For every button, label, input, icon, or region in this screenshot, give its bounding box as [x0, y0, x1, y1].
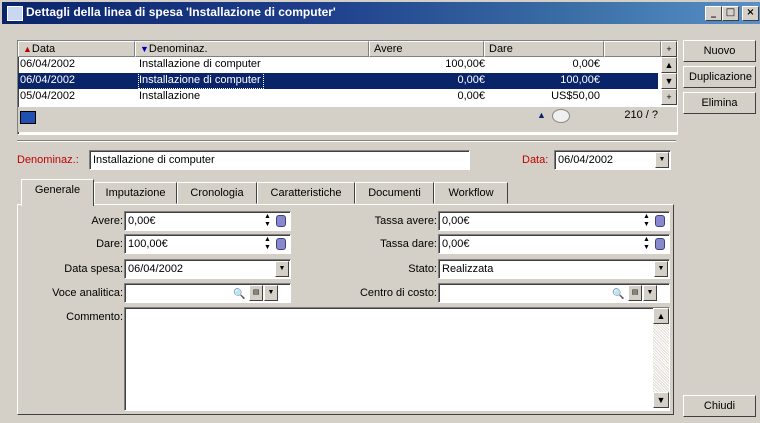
tab-documenti[interactable]: Documenti: [355, 182, 434, 204]
avere-label: Avere:: [91, 215, 123, 227]
centro-di-costo-label: Centro di costo:: [359, 287, 437, 299]
chevron-down-icon[interactable]: ▼: [275, 261, 289, 277]
table-row[interactable]: 05/04/2002 Installazione 0,00€ US$50,00: [18, 89, 658, 105]
expense-lines-table[interactable]: ▲Data ▼Denominaz. Avere Dare + 06/04/200…: [17, 40, 678, 135]
add-column-icon[interactable]: +: [661, 41, 677, 57]
dare-label: Dare:: [96, 238, 123, 250]
search-icon[interactable]: 🔍: [612, 286, 624, 304]
search-icon[interactable]: 🔍: [233, 286, 245, 304]
currency-icon[interactable]: [655, 215, 665, 227]
window-title: Dettagli della linea di spesa 'Installaz…: [26, 5, 336, 19]
minimize-button[interactable]: _: [705, 6, 722, 21]
tassa-dare-label: Tassa dare:: [380, 238, 437, 250]
tab-generale[interactable]: Generale: [21, 179, 94, 206]
close-button[interactable]: ×: [742, 6, 759, 21]
table-row-selected[interactable]: 06/04/2002 Installazione di computer 0,0…: [18, 72, 658, 89]
table-options-icon[interactable]: [20, 111, 36, 124]
column-header-denominaz[interactable]: ▼Denominaz.: [135, 41, 369, 57]
chevron-down-icon[interactable]: ▼: [654, 261, 668, 277]
data-label: Data:: [522, 154, 549, 166]
sort-descending-icon: ▼: [140, 44, 149, 54]
vertical-scrollbar[interactable]: ▲ ▼ +: [661, 57, 677, 105]
commento-scrollbar[interactable]: ▲ ▼: [653, 308, 669, 408]
tab-cronologia[interactable]: Cronologia: [177, 182, 257, 204]
currency-icon[interactable]: [276, 215, 286, 227]
list-icon[interactable]: ▤: [628, 285, 642, 301]
voce-analitica-field[interactable]: 🔍 ▤ ▼: [124, 283, 291, 303]
spinner-icon[interactable]: ▲ ▼: [642, 213, 651, 229]
close-dialog-button[interactable]: Chiudi: [683, 395, 756, 417]
scroll-to-top-icon[interactable]: ▲: [537, 110, 546, 120]
dare-field[interactable]: 100,00€ ▲ ▼: [124, 234, 291, 254]
title-bar[interactable]: Dettagli della linea di spesa 'Installaz…: [2, 2, 760, 24]
column-header-dare[interactable]: Dare: [484, 41, 604, 57]
data-spesa-field[interactable]: 06/04/2002 ▼: [124, 259, 291, 279]
table-row[interactable]: 06/04/2002 Installazione di computer 100…: [18, 57, 658, 73]
tassa-avere-label: Tassa avere:: [374, 215, 437, 227]
tab-workflow[interactable]: Workflow: [434, 182, 508, 204]
tassa-dare-field[interactable]: 0,00€ ▲ ▼: [438, 234, 670, 254]
spinner-icon[interactable]: ▲ ▼: [263, 236, 272, 252]
chevron-down-icon[interactable]: ▼: [264, 285, 278, 301]
duplicate-button[interactable]: Duplicazione: [683, 66, 756, 88]
expand-icon[interactable]: +: [661, 89, 677, 105]
window-icon: [7, 6, 23, 21]
table-footer: ▲ 210 / ?: [18, 107, 677, 132]
spinner-icon[interactable]: ▲ ▼: [642, 236, 651, 252]
delete-button[interactable]: Elimina: [683, 92, 756, 114]
maximize-button[interactable]: □: [722, 6, 739, 21]
column-header-empty: [604, 41, 661, 57]
column-header-avere[interactable]: Avere: [369, 41, 484, 57]
separator: [17, 140, 676, 142]
centro-di-costo-field[interactable]: 🔍 ▤ ▼: [438, 283, 670, 303]
scroll-down-icon[interactable]: ▼: [653, 392, 669, 408]
refresh-icon[interactable]: [552, 109, 570, 123]
commento-label: Commento:: [66, 311, 123, 323]
stato-select[interactable]: Realizzata ▼: [438, 259, 670, 279]
record-counter: 210 / ?: [624, 109, 658, 121]
chevron-down-icon[interactable]: ▼: [643, 285, 657, 301]
tab-imputazione[interactable]: Imputazione: [94, 182, 177, 204]
new-button[interactable]: Nuovo: [683, 40, 756, 62]
currency-icon[interactable]: [276, 238, 286, 250]
data-date-field[interactable]: 06/04/2002 ▼: [554, 150, 671, 170]
chevron-down-icon[interactable]: ▼: [655, 152, 669, 168]
voce-analitica-label: Voce analitica:: [52, 287, 123, 299]
avere-field[interactable]: 0,00€ ▲ ▼: [124, 211, 291, 231]
tassa-avere-field[interactable]: 0,00€ ▲ ▼: [438, 211, 670, 231]
denominaz-label: Denominaz.:: [17, 154, 79, 166]
sort-ascending-icon: ▲: [23, 44, 32, 54]
scroll-up-icon[interactable]: ▲: [653, 308, 669, 324]
currency-icon[interactable]: [655, 238, 665, 250]
spinner-icon[interactable]: ▲ ▼: [263, 213, 272, 229]
column-header-data[interactable]: ▲Data: [18, 41, 135, 57]
scroll-up-icon[interactable]: ▲: [661, 57, 677, 73]
tab-caratteristiche[interactable]: Caratteristiche: [257, 182, 355, 204]
commento-textarea[interactable]: ▲ ▼: [124, 307, 670, 411]
stato-label: Stato:: [408, 263, 437, 275]
denominaz-field[interactable]: Installazione di computer: [89, 150, 470, 170]
data-spesa-label: Data spesa:: [64, 263, 123, 275]
details-window: Dettagli della linea di spesa 'Installaz…: [0, 0, 760, 423]
list-icon[interactable]: ▤: [249, 285, 263, 301]
scroll-down-icon[interactable]: ▼: [661, 73, 677, 89]
